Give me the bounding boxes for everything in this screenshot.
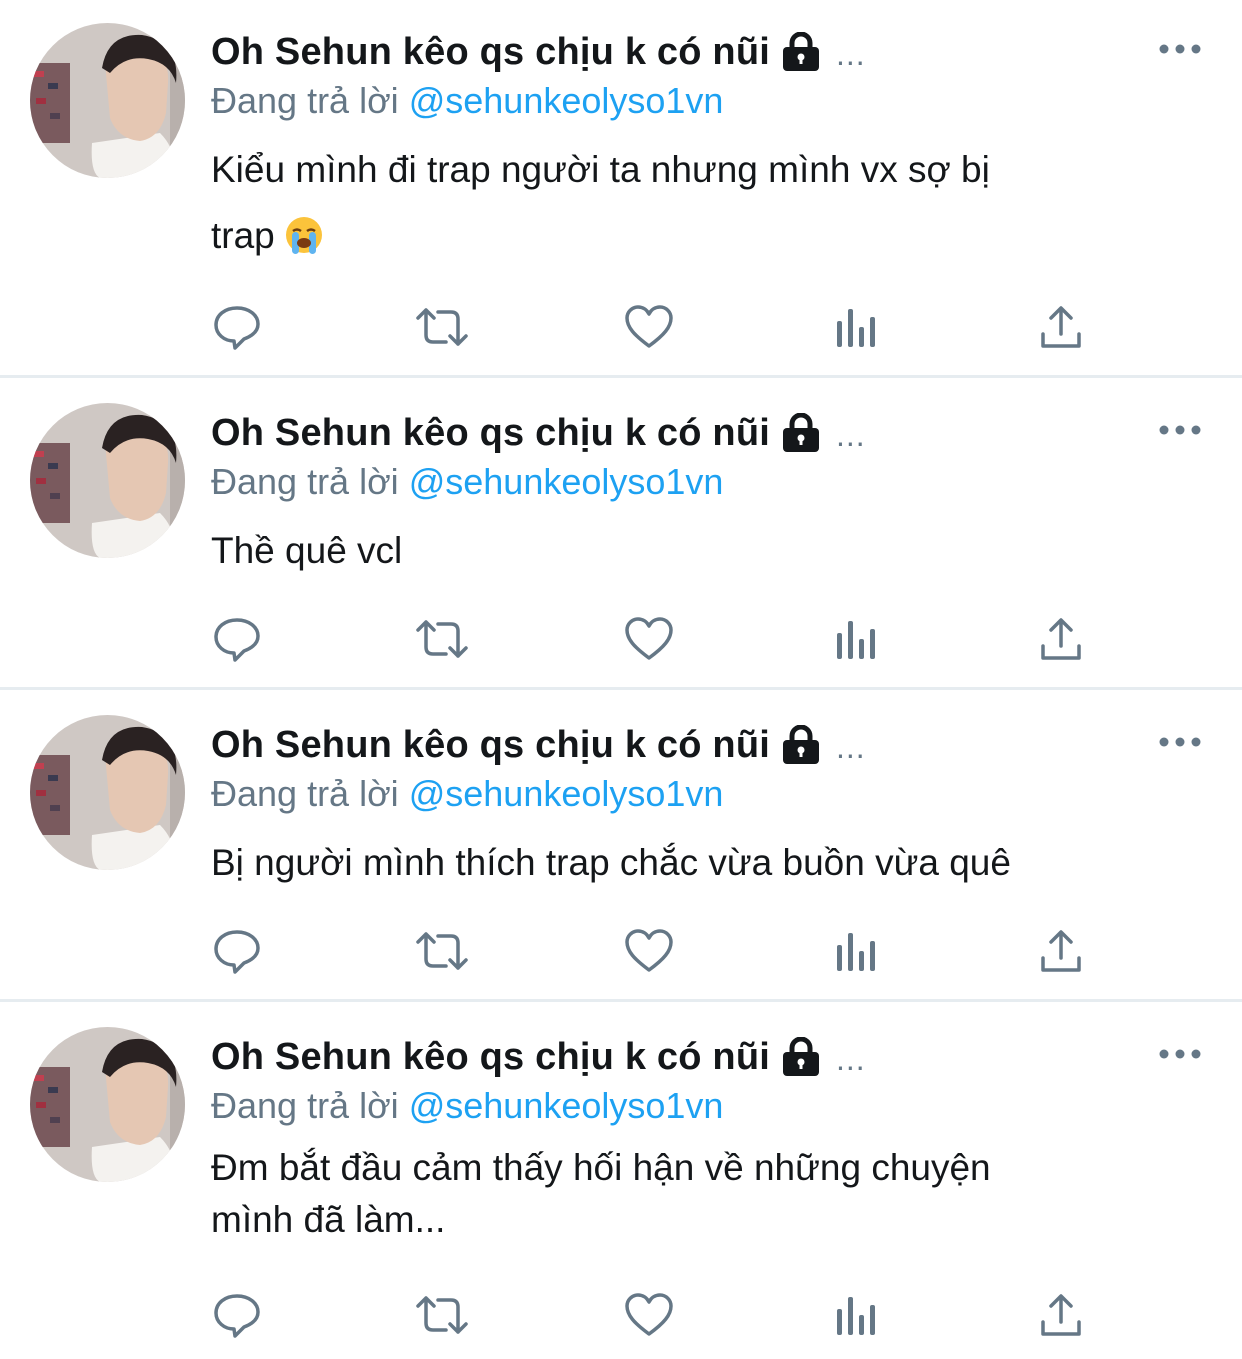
author-row: Oh Sehun kêo qs chịu k có nũi ... (211, 719, 866, 771)
reply-context: Đang trả lời @sehunkeolyso1vn (211, 773, 723, 815)
avatar[interactable] (30, 1027, 185, 1182)
tweet[interactable]: Oh Sehun kêo qs chịu k có nũi ... Đang t… (0, 0, 1242, 375)
heart-icon[interactable] (619, 609, 679, 669)
heart-icon[interactable] (619, 1285, 679, 1345)
tweet[interactable]: Oh Sehun kêo qs chịu k có nũi ... Đang t… (0, 378, 1242, 687)
tweet-text-line: Đm bắt đầu cảm thấy hối hận về những chu… (211, 1147, 991, 1188)
loudly-crying-face-icon (285, 209, 323, 275)
name-overflow: ... (836, 728, 866, 765)
tweet-actions (0, 1285, 1242, 1345)
tweet[interactable]: Oh Sehun kêo qs chịu k có nũi ... Đang t… (0, 690, 1242, 999)
name-overflow: ... (836, 1040, 866, 1077)
share-icon[interactable] (1031, 1285, 1091, 1345)
reply-handle-link[interactable]: @sehunkeolyso1vn (409, 461, 724, 502)
tweet-feed: Oh Sehun kêo qs chịu k có nũi ... Đang t… (0, 0, 1242, 1359)
reply-icon[interactable] (207, 921, 267, 981)
tweet[interactable]: Oh Sehun kêo qs chịu k có nũi ... Đang t… (0, 1002, 1242, 1359)
reply-prefix: Đang trả lời (211, 461, 399, 502)
tweet-text: Đm bắt đầu cảm thấy hối hận về những chu… (211, 1142, 1201, 1246)
author-name[interactable]: Oh Sehun kêo qs chịu k có nũi (211, 1036, 770, 1079)
reply-context: Đang trả lời @sehunkeolyso1vn (211, 80, 723, 122)
avatar-image (30, 1027, 185, 1182)
reply-handle-link[interactable]: @sehunkeolyso1vn (409, 773, 724, 814)
analytics-icon[interactable] (826, 609, 886, 669)
author-row: Oh Sehun kêo qs chịu k có nũi ... (211, 26, 866, 78)
more-options-icon[interactable] (1158, 732, 1202, 752)
tweet-actions (0, 609, 1242, 669)
share-icon[interactable] (1031, 297, 1091, 357)
analytics-icon[interactable] (826, 1285, 886, 1345)
tweet-text: Bị người mình thích trap chắc vừa buồn v… (211, 830, 1201, 896)
author-name[interactable]: Oh Sehun kêo qs chịu k có nũi (211, 412, 770, 455)
tweet-text-line-2: trap (211, 203, 1201, 275)
avatar-image (30, 23, 185, 178)
analytics-icon[interactable] (826, 921, 886, 981)
tweet-text-line: trap (211, 215, 275, 256)
heart-icon[interactable] (619, 921, 679, 981)
tweet-text: Kiểu mình đi trap người ta nhưng mình vx… (211, 137, 1201, 275)
avatar-image (30, 403, 185, 558)
reply-handle-link[interactable]: @sehunkeolyso1vn (409, 1085, 724, 1126)
more-options-icon[interactable] (1158, 1044, 1202, 1064)
avatar[interactable] (30, 403, 185, 558)
reply-prefix: Đang trả lời (211, 1085, 399, 1126)
share-icon[interactable] (1031, 921, 1091, 981)
tweet-text-line: Thề quê vcl (211, 530, 403, 571)
author-name[interactable]: Oh Sehun kêo qs chịu k có nũi (211, 31, 770, 74)
tweet-actions (0, 921, 1242, 981)
analytics-icon[interactable] (826, 297, 886, 357)
avatar-image (30, 715, 185, 870)
retweet-icon[interactable] (412, 609, 472, 669)
reply-prefix: Đang trả lời (211, 773, 399, 814)
reply-context: Đang trả lời @sehunkeolyso1vn (211, 1085, 723, 1127)
reply-context: Đang trả lời @sehunkeolyso1vn (211, 461, 723, 503)
retweet-icon[interactable] (412, 297, 472, 357)
share-icon[interactable] (1031, 609, 1091, 669)
avatar[interactable] (30, 23, 185, 178)
tweet-text: Thề quê vcl (211, 518, 1201, 584)
author-name[interactable]: Oh Sehun kêo qs chịu k có nũi (211, 724, 770, 767)
reply-handle-link[interactable]: @sehunkeolyso1vn (409, 80, 724, 121)
name-overflow: ... (836, 416, 866, 453)
tweet-text-line: Bị người mình thích trap chắc vừa buồn v… (211, 842, 1011, 883)
lock-icon (780, 725, 822, 765)
lock-icon (780, 413, 822, 453)
author-row: Oh Sehun kêo qs chịu k có nũi ... (211, 1031, 866, 1083)
avatar[interactable] (30, 715, 185, 870)
lock-icon (780, 1037, 822, 1077)
name-overflow: ... (836, 35, 866, 72)
tweet-text-line: mình đã làm... (211, 1199, 446, 1240)
reply-prefix: Đang trả lời (211, 80, 399, 121)
more-options-icon[interactable] (1158, 39, 1202, 59)
retweet-icon[interactable] (412, 921, 472, 981)
lock-icon (780, 32, 822, 72)
more-options-icon[interactable] (1158, 420, 1202, 440)
retweet-icon[interactable] (412, 1285, 472, 1345)
heart-icon[interactable] (619, 297, 679, 357)
author-row: Oh Sehun kêo qs chịu k có nũi ... (211, 407, 866, 459)
reply-icon[interactable] (207, 297, 267, 357)
reply-icon[interactable] (207, 1285, 267, 1345)
reply-icon[interactable] (207, 609, 267, 669)
tweet-text-line: Kiểu mình đi trap người ta nhưng mình vx… (211, 149, 990, 190)
tweet-actions (0, 297, 1242, 357)
